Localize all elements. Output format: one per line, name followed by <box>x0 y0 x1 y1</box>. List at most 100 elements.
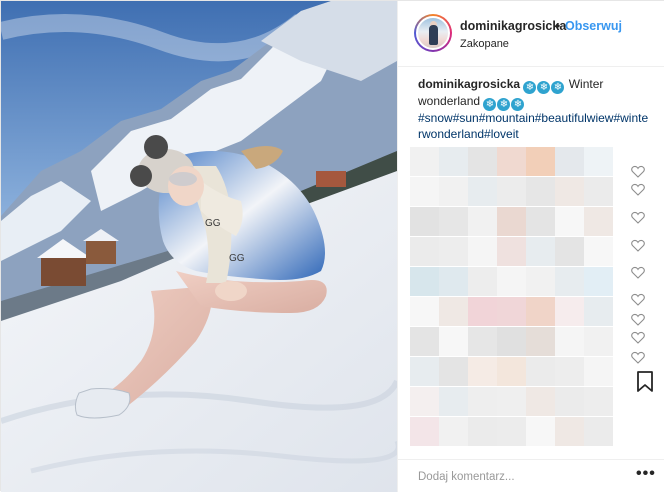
pixel-block <box>468 417 497 446</box>
comment-like-icons <box>631 161 647 371</box>
heart-icon[interactable] <box>631 165 645 178</box>
snowflake-emoji-icon: ❄ <box>497 98 511 111</box>
location-link[interactable]: Zakopane <box>460 38 509 50</box>
comment-bar: ••• <box>398 459 664 492</box>
pixel-block <box>584 357 613 386</box>
pixel-block <box>468 237 497 266</box>
pixel-block <box>468 327 497 356</box>
pixel-block <box>468 297 497 326</box>
pixel-block <box>584 387 613 416</box>
pixel-block <box>526 387 555 416</box>
pixel-block <box>410 147 439 176</box>
pixel-block <box>526 237 555 266</box>
pixel-block <box>526 327 555 356</box>
pixel-block <box>439 237 468 266</box>
pixel-block <box>526 147 555 176</box>
pixel-block <box>468 147 497 176</box>
pixel-block <box>439 177 468 206</box>
story-ring[interactable] <box>414 14 452 52</box>
snowflake-emoji-icon: ❄ <box>537 81 551 94</box>
pixel-block <box>410 237 439 266</box>
pixel-block <box>439 417 468 446</box>
pixel-block <box>410 177 439 206</box>
comment-input[interactable] <box>418 469 608 485</box>
pixel-block <box>497 147 526 176</box>
follow-button[interactable]: Obserwuj <box>565 19 622 33</box>
pixel-block <box>555 177 584 206</box>
pixel-block <box>439 297 468 326</box>
pixel-block <box>584 237 613 266</box>
pixel-block <box>497 387 526 416</box>
pixel-block <box>410 297 439 326</box>
pixel-block <box>584 177 613 206</box>
pixel-block <box>497 207 526 236</box>
pixel-block <box>526 207 555 236</box>
pixel-block <box>526 297 555 326</box>
snowflake-emoji-icon: ❄ <box>511 98 525 111</box>
pixel-block <box>555 297 584 326</box>
pixel-block <box>497 297 526 326</box>
separator-dot: • <box>556 19 561 33</box>
photo-mountain-snow-scene: GG GG <box>1 1 397 492</box>
heart-icon[interactable] <box>631 239 645 252</box>
pixel-block <box>497 267 526 296</box>
pixel-block <box>555 357 584 386</box>
snowflake-emoji-icon: ❄ <box>523 81 537 94</box>
pixel-block <box>555 267 584 296</box>
pixel-block <box>584 417 613 446</box>
heart-icon[interactable] <box>631 211 645 224</box>
pixel-block <box>526 357 555 386</box>
pixel-block <box>584 147 613 176</box>
avatar-body-shape <box>429 25 438 45</box>
post-caption: dominikagrosicka ❄ ❄ ❄ Winter wonderland ❄… <box>418 77 652 142</box>
pixel-block <box>555 327 584 356</box>
pixel-block <box>526 267 555 296</box>
pixel-block <box>410 417 439 446</box>
pixel-block <box>555 207 584 236</box>
instagram-post: GG GG dominikagrosicka • Obserwuj Zakopa… <box>0 0 664 492</box>
avatar[interactable] <box>416 16 450 50</box>
heart-icon[interactable] <box>631 183 645 196</box>
pixel-block <box>526 177 555 206</box>
more-options-icon[interactable]: ••• <box>636 465 656 483</box>
pixel-block <box>439 147 468 176</box>
pixel-block <box>410 327 439 356</box>
snowflake-emoji-icon: ❄ <box>483 98 497 111</box>
pixel-block <box>555 237 584 266</box>
post-photo[interactable]: GG GG <box>1 1 397 492</box>
pixel-block <box>410 357 439 386</box>
heart-icon[interactable] <box>631 293 645 306</box>
pixel-block <box>468 177 497 206</box>
hashtag-links[interactable]: #snow#sun#mountain#beautifulwiew#winterw… <box>418 111 648 141</box>
username-link[interactable]: dominikagrosicka <box>460 19 566 33</box>
heart-icon[interactable] <box>631 351 645 364</box>
pixel-block <box>555 147 584 176</box>
pixel-block <box>468 357 497 386</box>
pixel-block <box>584 297 613 326</box>
caption-text: Winter <box>568 77 604 91</box>
snowflake-emoji-icon: ❄ <box>551 81 565 94</box>
heart-icon[interactable] <box>631 313 645 326</box>
caption-username-link[interactable]: dominikagrosicka <box>418 77 520 91</box>
pixel-block <box>410 207 439 236</box>
pixel-block <box>468 387 497 416</box>
heart-icon[interactable] <box>631 266 645 279</box>
caption-text: wonderland <box>418 94 481 108</box>
pixel-block <box>555 417 584 446</box>
post-side-panel: dominikagrosicka • Obserwuj Zakopane dom… <box>397 1 664 492</box>
pixel-block <box>468 267 497 296</box>
pixel-block <box>526 417 555 446</box>
pixel-block <box>468 207 497 236</box>
bookmark-icon[interactable] <box>636 371 654 393</box>
pixel-block <box>584 207 613 236</box>
pixel-block <box>439 357 468 386</box>
pixel-block <box>555 387 584 416</box>
pixel-block <box>584 327 613 356</box>
heart-icon[interactable] <box>631 331 645 344</box>
pixel-block <box>439 207 468 236</box>
post-header: dominikagrosicka • Obserwuj Zakopane <box>398 1 664 67</box>
svg-text:GG: GG <box>229 253 245 264</box>
pixel-block <box>439 267 468 296</box>
pixelated-comments <box>410 147 614 453</box>
svg-text:GG: GG <box>205 218 221 229</box>
